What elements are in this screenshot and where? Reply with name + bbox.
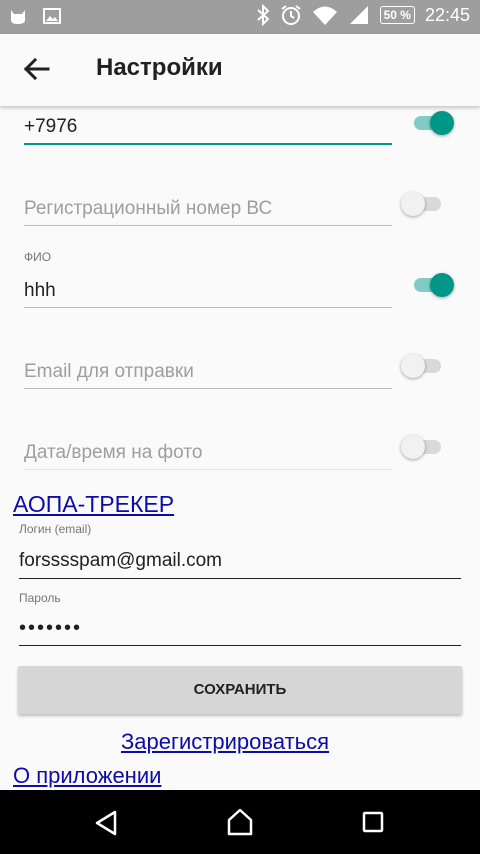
page-title: Настройки [96, 54, 223, 81]
phone-value[interactable]: +7976 [24, 116, 77, 138]
fio-field[interactable]: ФИО hhh [24, 250, 392, 310]
status-bar: 50 % 22:45 [0, 0, 480, 34]
reg-number-underline [24, 225, 392, 226]
wifi-icon [312, 6, 337, 25]
bluetooth-icon [256, 4, 270, 26]
fio-label: ФИО [24, 250, 52, 264]
password-underline [19, 645, 461, 646]
login-underline [19, 578, 461, 579]
password-value[interactable]: ••••••• [19, 617, 82, 640]
tracker-section-title: АОПА-ТРЕКЕР [13, 491, 175, 517]
settings-content: +7976 Регистрационный номер ВС ФИО hhh E… [0, 106, 480, 790]
datetime-photo-toggle[interactable] [401, 435, 445, 459]
clock: 22:45 [424, 4, 470, 25]
email-send-placeholder: Email для отправки [24, 361, 194, 382]
battery-indicator: 50 % [379, 6, 415, 24]
signal-icon [349, 6, 368, 24]
image-notification-icon [43, 8, 61, 24]
password-label: Пароль [19, 591, 61, 605]
nav-home-icon[interactable] [226, 808, 254, 836]
back-arrow-icon[interactable] [20, 52, 54, 86]
email-send-toggle[interactable] [401, 354, 445, 378]
email-send-underline [24, 388, 392, 389]
fio-underline [24, 307, 392, 308]
nav-recents-icon[interactable] [362, 811, 384, 833]
nav-back-icon[interactable] [94, 810, 118, 836]
fio-value[interactable]: hhh [24, 280, 56, 302]
phone-field[interactable]: +7976 [24, 106, 392, 146]
fio-toggle[interactable] [410, 273, 454, 297]
reg-number-field[interactable]: Регистрационный номер ВС [24, 186, 392, 228]
alarm-icon [280, 5, 301, 25]
datetime-photo-placeholder: Дата/время на фото [24, 442, 203, 463]
login-field[interactable]: Логин (email) forsssspam@gmail.com [19, 522, 461, 580]
datetime-photo-underline [24, 469, 392, 470]
reg-number-placeholder: Регистрационный номер ВС [24, 198, 273, 219]
phone-underline [24, 143, 392, 145]
reg-number-toggle[interactable] [401, 192, 445, 216]
login-value[interactable]: forsssspam@gmail.com [19, 550, 222, 572]
password-field[interactable]: Пароль ••••••• [19, 591, 461, 647]
email-send-field[interactable]: Email для отправки [24, 349, 392, 391]
notification-cat-icon [11, 10, 25, 24]
register-link[interactable]: Зарегистрироваться [121, 729, 329, 755]
about-link[interactable]: О приложении [13, 763, 161, 789]
login-label: Логин (email) [19, 522, 92, 536]
datetime-photo-field[interactable]: Дата/время на фото [24, 430, 392, 472]
phone-toggle[interactable] [410, 111, 454, 135]
navigation-bar [0, 790, 480, 854]
save-button[interactable]: СОХРАНИТЬ [18, 666, 462, 714]
app-bar: Настройки [0, 34, 480, 106]
